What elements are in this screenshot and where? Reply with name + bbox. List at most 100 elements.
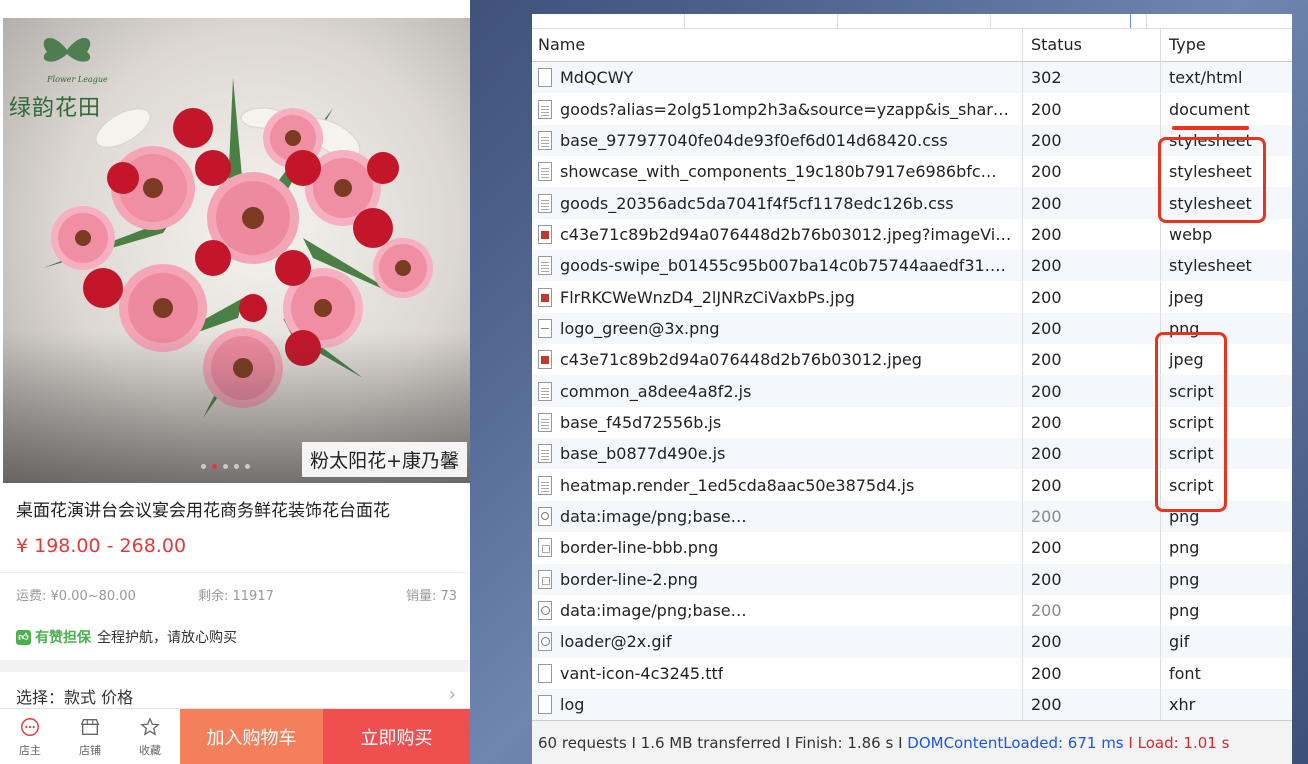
request-row[interactable]: MdQCWY 302 text/html [532, 62, 1292, 94]
request-name-cell[interactable]: MdQCWY [532, 62, 1022, 93]
product-image[interactable]: Flower League 绿韵花田 粉太阳花+康乃馨 [3, 18, 470, 483]
file-icon [538, 350, 552, 370]
chevron-right-icon[interactable]: › [449, 684, 456, 705]
request-name: FlrRKCWeWnzD4_2lJNRzCiVaxbPs.jpg [560, 287, 855, 307]
thumbs-up-icon: 👍︎ [16, 629, 31, 645]
carousel-dot[interactable] [201, 464, 206, 469]
file-icon [538, 412, 552, 432]
tab-shop[interactable]: 店铺 [60, 709, 120, 764]
request-name-cell[interactable]: data:image/png;base… [532, 501, 1022, 532]
shop-icon [80, 718, 100, 736]
request-name-cell[interactable]: border-line-bbb.png [532, 532, 1022, 563]
request-name-cell[interactable]: common_a8dee4a8f2.js [532, 376, 1022, 407]
brand-name-cn: 绿韵花田 [9, 96, 102, 121]
request-name: MdQCWY [560, 68, 634, 88]
stock-count: 剩余: 11917 [198, 589, 274, 604]
request-name: base_b0877d490e.js [560, 444, 726, 464]
request-type: png [1160, 532, 1292, 564]
request-name-cell[interactable]: goods_20356adc5da7041f4f5cf1178edc126b.c… [532, 188, 1022, 219]
request-name-cell[interactable]: vant-icon-4c3245.ttf [532, 658, 1022, 689]
request-status: 200 [1022, 93, 1160, 125]
request-row[interactable]: border-line-2.png 200 png [532, 563, 1292, 595]
request-row[interactable]: vant-icon-4c3245.ttf 200 font [532, 657, 1292, 689]
request-name-cell[interactable]: base_f45d72556b.js [532, 407, 1022, 438]
tab-label: 店主 [19, 744, 41, 757]
tab-favorite[interactable]: 收藏 [120, 709, 180, 764]
buy-now-button[interactable]: 立即购买 [323, 709, 470, 764]
request-status: 200 [1022, 281, 1160, 313]
add-to-cart-button[interactable]: 加入购物车 [180, 709, 323, 764]
file-icon [538, 569, 552, 589]
carousel-dot[interactable] [234, 464, 239, 469]
request-row[interactable]: c43e71c89b2d94a076448d2b76b03012.jpeg?im… [532, 218, 1292, 251]
request-row[interactable]: loader@2x.gif 200 gif [532, 626, 1292, 658]
timeline-overview[interactable] [532, 14, 1292, 29]
action-bar: 店主 店铺 收藏 加入购物车 立即购买 [0, 708, 470, 764]
request-type: gif [1160, 626, 1292, 658]
request-name-cell[interactable]: c43e71c89b2d94a076448d2b76b03012.jpeg [532, 344, 1022, 375]
request-status: 200 [1022, 626, 1160, 658]
file-icon [538, 381, 552, 401]
tab-shop-owner[interactable]: 店主 [0, 709, 60, 764]
request-status: 200 [1022, 438, 1160, 470]
request-name-cell[interactable]: FlrRKCWeWnzD4_2lJNRzCiVaxbPs.jpg [532, 282, 1022, 313]
file-icon [538, 130, 552, 150]
request-name-cell[interactable]: loader@2x.gif [532, 626, 1022, 657]
timeline-gridline [1146, 14, 1147, 28]
carousel-dot-active[interactable] [212, 464, 217, 469]
request-status: 200 [1022, 124, 1160, 156]
request-name-cell[interactable]: goods?alias=2olg51omp2h3a&source=yzapp&i… [532, 94, 1022, 125]
request-name: data:image/png;base… [560, 601, 747, 621]
file-icon [538, 506, 552, 526]
request-name-cell[interactable]: border-line-2.png [532, 564, 1022, 595]
file-icon [538, 193, 552, 213]
request-row[interactable]: FlrRKCWeWnzD4_2lJNRzCiVaxbPs.jpg 200 jpeg [532, 281, 1292, 313]
file-icon [538, 162, 552, 182]
request-status: 200 [1022, 156, 1160, 188]
request-name-cell[interactable]: c43e71c89b2d94a076448d2b76b03012.jpeg?im… [532, 219, 1022, 250]
timeline-gridline [684, 14, 685, 28]
carousel-dot[interactable] [223, 464, 228, 469]
image-caption: 粉太阳花+康乃馨 [302, 442, 467, 477]
carousel-indicator[interactable] [201, 464, 250, 469]
summary-text: 60 requests I 1.6 MB transferred I Finis… [538, 734, 903, 752]
timeline-gridline [990, 14, 991, 28]
request-name: showcase_with_components_19c180b7917e698… [560, 162, 997, 182]
column-header-name[interactable]: Name [532, 29, 1022, 61]
request-name-cell[interactable]: showcase_with_components_19c180b7917e698… [532, 156, 1022, 187]
timeline-gridline [837, 14, 838, 28]
request-name: border-line-bbb.png [560, 538, 719, 558]
request-status: 200 [1022, 657, 1160, 689]
file-icon [538, 224, 552, 244]
request-name-cell[interactable]: base_b0877d490e.js [532, 438, 1022, 469]
file-icon [538, 318, 552, 338]
request-name-cell[interactable]: heatmap.render_1ed5cda8aac50e3875d4.js [532, 470, 1022, 501]
brand-logo: Flower League 绿韵花田 [9, 30, 149, 121]
star-icon [140, 717, 160, 736]
request-name-cell[interactable]: log [532, 689, 1022, 720]
column-header-type[interactable]: Type [1160, 29, 1292, 61]
sku-selector-label[interactable]: 选择：款式 价格 [16, 684, 133, 708]
request-name-cell[interactable]: goods-swipe_b01455c95b007ba14c0b75744aae… [532, 250, 1022, 281]
file-icon [538, 475, 552, 495]
column-header-status[interactable]: Status [1022, 29, 1160, 61]
request-name-cell[interactable]: logo_green@3x.png [532, 313, 1022, 344]
request-name: goods?alias=2olg51omp2h3a&source=yzapp&i… [560, 99, 1009, 119]
request-row[interactable]: data:image/png;base… 200 png [532, 594, 1292, 627]
annotation-box [1158, 137, 1266, 223]
request-status: 200 [1022, 500, 1160, 532]
carousel-dot[interactable] [245, 464, 250, 469]
annotation-underline [1172, 126, 1249, 130]
request-row[interactable]: goods-swipe_b01455c95b007ba14c0b75744aae… [532, 250, 1292, 282]
request-row[interactable]: log 200 xhr [532, 688, 1292, 721]
request-row[interactable]: goods?alias=2olg51omp2h3a&source=yzapp&i… [532, 93, 1292, 125]
request-name-cell[interactable]: base_977977040fe04de93f0ef6d014d68420.cs… [532, 125, 1022, 156]
file-icon [538, 256, 552, 276]
file-icon [538, 287, 552, 307]
tab-label: 收藏 [139, 744, 161, 757]
request-row[interactable]: border-line-bbb.png 200 png [532, 532, 1292, 564]
request-type: xhr [1160, 689, 1292, 721]
request-status: 200 [1022, 595, 1160, 627]
guarantee-row[interactable]: 👍︎ 有赞担保 全程护航，请放心购买 [16, 627, 237, 647]
request-name-cell[interactable]: data:image/png;base… [532, 595, 1022, 626]
